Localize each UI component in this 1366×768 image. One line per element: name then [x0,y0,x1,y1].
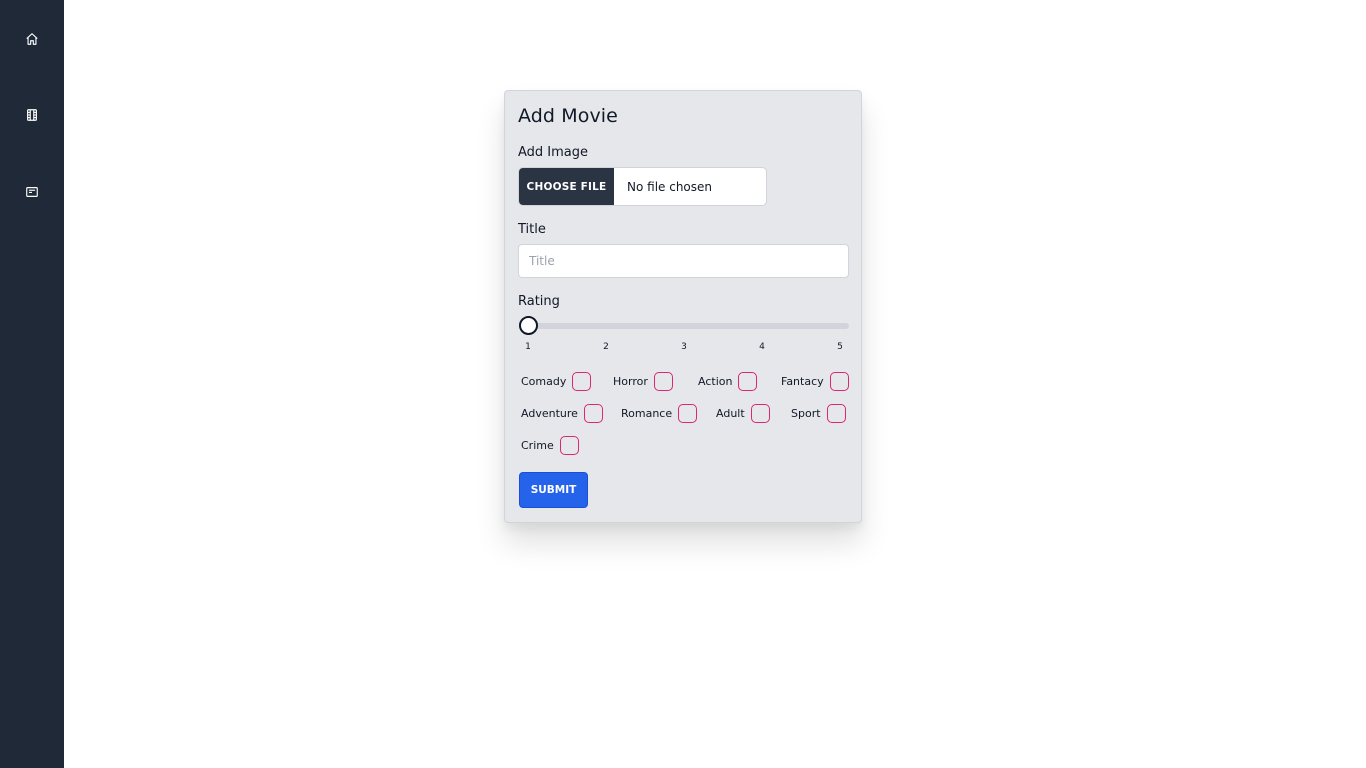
genre-option[interactable]: Romance [621,404,698,423]
genre-option[interactable]: Adventure [521,404,603,423]
genre-option[interactable]: Action [698,372,758,391]
rating-tick-label: 4 [759,342,765,352]
film-icon[interactable] [24,107,40,123]
genre-option[interactable]: Crime [521,436,579,455]
genre-label: Fantacy [781,375,824,388]
rating-tick-label: 5 [837,342,843,352]
genre-label: Adventure [521,407,578,420]
rating-tick-label: 2 [603,342,609,352]
genre-label: Horror [613,375,648,388]
submit-button[interactable]: SUBMIT [519,472,588,508]
genre-checkbox[interactable] [678,404,698,423]
choose-file-button[interactable]: CHOOSE FILE [519,168,614,205]
genre-label: Adult [716,407,745,420]
card-icon[interactable] [24,184,40,200]
genre-label: Action [698,375,733,388]
rating-slider-track[interactable] [519,323,849,329]
genre-checkbox[interactable] [559,436,579,455]
genre-option[interactable]: Horror [613,372,673,391]
rating-tick-label: 3 [681,342,687,352]
genre-checkbox[interactable] [829,372,849,391]
rating-tick-label: 1 [525,342,531,352]
add-image-label: Add Image [518,145,589,160]
genre-option[interactable]: Adult [716,404,770,423]
title-input[interactable] [518,244,849,278]
title-label: Title [518,222,546,237]
file-status-text: No file chosen [627,179,713,194]
page-title: Add Movie [518,105,618,127]
genre-label: Comady [521,375,567,388]
add-movie-card: Add Movie Add Image CHOOSE FILE No file … [504,90,862,523]
genre-checkbox[interactable] [738,372,758,391]
rating-label: Rating [518,294,560,309]
home-icon[interactable] [24,31,40,47]
genre-checkbox[interactable] [653,372,673,391]
genre-checkbox[interactable] [583,404,603,423]
rating-slider-thumb[interactable] [518,316,538,335]
genre-checkbox[interactable] [750,404,770,423]
genre-option[interactable]: Sport [791,404,846,423]
genre-checkbox[interactable] [572,372,592,391]
genre-label: Sport [791,407,821,420]
genre-option[interactable]: Fantacy [781,372,849,391]
genre-checkbox[interactable] [826,404,846,423]
sidebar [0,0,64,768]
genre-label: Romance [621,407,673,420]
genre-option[interactable]: Comady [521,372,592,391]
genre-label: Crime [521,439,554,452]
file-input[interactable]: CHOOSE FILE No file chosen [518,167,767,206]
